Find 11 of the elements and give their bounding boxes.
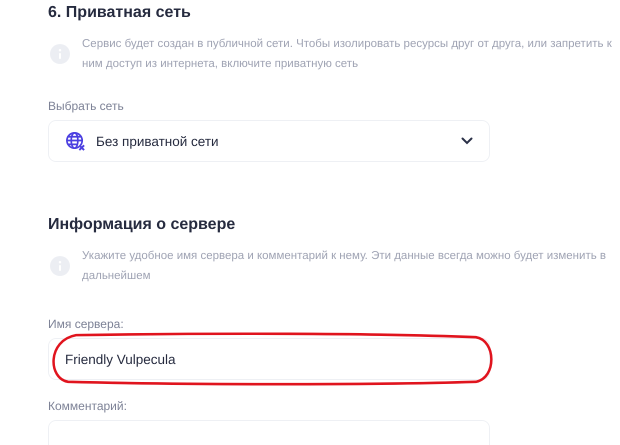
section-title: 6. Приватная сеть <box>48 3 192 23</box>
info-text: Сервис будет создан в публичной сети. Чтобы изолировать ресурсы друг от друга, или запретить к ним доступ из интернета, включите приватную сеть <box>82 37 612 72</box>
network-select[interactable]: Без приватной сети <box>48 120 490 162</box>
section-title: Информация о сервере <box>48 215 236 235</box>
field-label: Выбрать сеть <box>48 98 125 114</box>
server-name-input[interactable]: Friendly Vulpecula <box>48 338 490 380</box>
chevron-down-icon <box>461 137 473 145</box>
info-text: Укажите удобное имя сервера и комментарий к нему. Эти данные всегда можно будет изменить в дальнейшем <box>82 249 608 284</box>
globe-icon <box>65 130 86 152</box>
field-label: Имя сервера: <box>48 316 125 332</box>
field-label: Комментарий: <box>48 398 128 414</box>
